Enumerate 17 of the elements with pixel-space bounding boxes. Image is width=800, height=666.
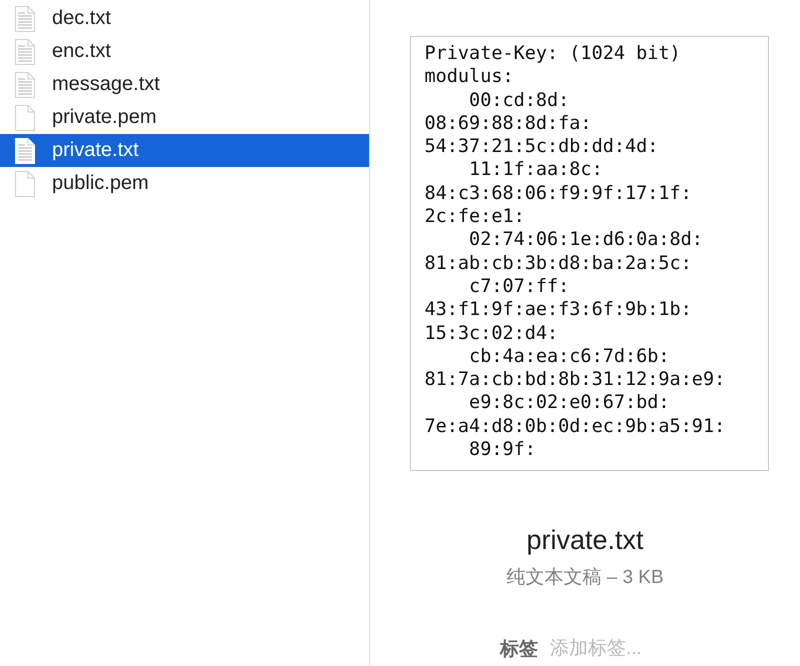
file-name: private.txt (526, 525, 644, 556)
tags-field[interactable]: 添加标签... (550, 638, 670, 660)
text-document-icon (14, 70, 36, 98)
file-list-item[interactable]: public.pem (0, 167, 369, 200)
text-preview: Private-Key: (1024 bit) modulus: 00:cd:8d: 08:69:88:8d:fa: 54:37:21:5c:db:dd:4d: 11:1f:aa:8c: 84:c3:68:06:f9:9f:17:1f: 2c:fe:e1: 02:74:06:1e:d6:0a:8d: 81:ab:cb:3b:d8:ba:2a:5c: c7:07:ff: 43:f1:9f:ae:f3:6f:9b:1b: 15:3c:02:d4: cb:4a:ea:c6:7d:6b: 81:7a:cb:bd:8b:31:12:9a:e9: e9:8c:02:e0:67:bd: 7e:a4:d8:0b:0d:ec:9b:a5:91: 89:9f: (410, 36, 768, 471)
text-document-icon (14, 136, 36, 164)
blank-document-icon (14, 104, 36, 132)
file-list-item[interactable]: enc.txt (0, 35, 369, 68)
file-list-item[interactable]: message.txt (0, 68, 369, 101)
blank-document-icon (14, 170, 36, 198)
tags-label: 标签 (500, 638, 538, 662)
file-info: 纯文本文稿 – 3 KB (506, 566, 664, 590)
text-document-icon (14, 38, 36, 66)
text-document-icon (14, 4, 36, 32)
file-list-item[interactable]: private.txt (0, 134, 369, 167)
file-list-item[interactable]: private.pem (0, 101, 369, 134)
file-list-item[interactable]: dec.txt (0, 2, 369, 35)
